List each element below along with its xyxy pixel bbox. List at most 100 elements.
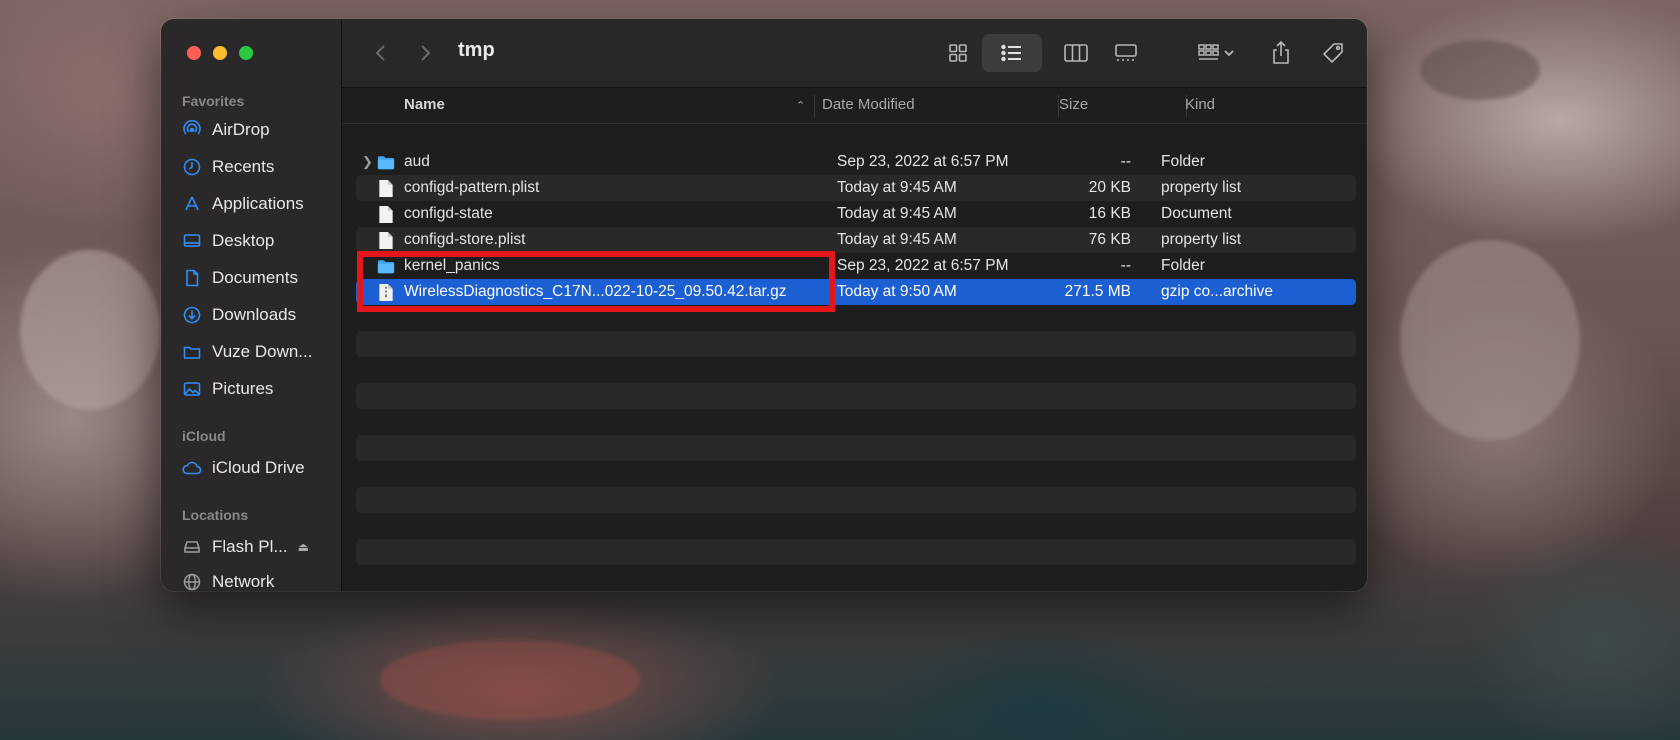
window-title: tmp bbox=[458, 39, 495, 61]
file-row-configd-store[interactable]: configd-store.plist Today at 9:45 AM 76 … bbox=[356, 227, 1356, 253]
sidebar-section-icloud: iCloud bbox=[182, 428, 226, 444]
sidebar-item-icloud-drive[interactable]: iCloud Drive bbox=[181, 454, 305, 482]
list-view-button[interactable] bbox=[996, 39, 1028, 67]
more-actions-button[interactable] bbox=[1365, 39, 1367, 67]
file-row-configd-state[interactable]: configd-state Today at 9:45 AM 16 KB Doc… bbox=[356, 201, 1356, 227]
photo-icon bbox=[181, 378, 203, 400]
disclosure-triangle-icon[interactable]: ❯ bbox=[362, 154, 373, 170]
file-name: configd-pattern.plist bbox=[404, 179, 540, 196]
file-kind: property list bbox=[1161, 179, 1242, 196]
gallery-view-button[interactable] bbox=[1110, 39, 1142, 67]
sidebar-item-airdrop[interactable]: AirDrop bbox=[181, 116, 270, 144]
icon-view-button[interactable] bbox=[942, 39, 974, 67]
desktop-icon bbox=[181, 230, 203, 252]
file-row-aud[interactable]: ❯ aud Sep 23, 2022 at 6:57 PM -- Folder bbox=[356, 149, 1356, 175]
sidebar-item-applications[interactable]: Applications bbox=[181, 190, 304, 218]
file-kind: Folder bbox=[1161, 257, 1205, 274]
sort-ascending-icon: ⌃ bbox=[796, 100, 806, 112]
sidebar-item-vuze-downloads[interactable]: Vuze Down... bbox=[181, 338, 312, 366]
gallery-icon bbox=[1115, 44, 1137, 61]
columns-icon bbox=[1064, 44, 1088, 62]
sidebar-item-label: iCloud Drive bbox=[212, 458, 305, 477]
zoom-window-button[interactable] bbox=[239, 46, 253, 60]
column-header-kind[interactable]: Kind bbox=[1185, 96, 1215, 113]
column-header-name[interactable]: Name bbox=[404, 96, 445, 113]
empty-row bbox=[356, 487, 1356, 513]
chevron-down-icon bbox=[1224, 50, 1234, 57]
applications-icon bbox=[181, 193, 203, 215]
empty-row bbox=[356, 331, 1356, 357]
sidebar-section-favorites: Favorites bbox=[182, 93, 245, 109]
column-header-size[interactable]: Size bbox=[1059, 96, 1088, 113]
file-size: 16 KB bbox=[1088, 205, 1131, 222]
cloud-icon bbox=[181, 457, 203, 479]
file-name: aud bbox=[404, 153, 430, 170]
share-icon bbox=[1273, 40, 1289, 64]
file-date: Today at 9:45 AM bbox=[837, 205, 957, 222]
column-divider[interactable] bbox=[814, 95, 815, 117]
sidebar-section-locations: Locations bbox=[182, 507, 249, 523]
tag-icon bbox=[1322, 43, 1343, 64]
close-window-button[interactable] bbox=[187, 46, 201, 60]
sidebar-item-label: Desktop bbox=[212, 231, 275, 250]
document-icon bbox=[181, 267, 203, 289]
drive-icon bbox=[181, 536, 203, 558]
sidebar-item-pictures[interactable]: Pictures bbox=[181, 375, 273, 403]
sidebar-item-recents[interactable]: Recents bbox=[181, 153, 274, 181]
empty-row bbox=[356, 383, 1356, 409]
document-icon bbox=[379, 231, 393, 250]
back-button[interactable] bbox=[369, 39, 393, 67]
sidebar-item-label: Documents bbox=[212, 268, 298, 287]
chevron-left-icon bbox=[375, 45, 385, 61]
sidebar-item-network[interactable]: Network bbox=[181, 568, 274, 591]
file-date: Sep 23, 2022 at 6:57 PM bbox=[837, 153, 1009, 170]
sidebar-item-flash-player[interactable]: Flash Pl... ⏏ bbox=[181, 533, 309, 561]
document-icon bbox=[379, 179, 393, 198]
share-button[interactable] bbox=[1265, 39, 1297, 67]
background-rock bbox=[1400, 240, 1580, 440]
folder-icon bbox=[181, 341, 203, 363]
annotation-highlight-box bbox=[357, 251, 835, 312]
column-header-date-modified[interactable]: Date Modified bbox=[822, 96, 915, 113]
folder-icon bbox=[377, 156, 395, 170]
document-icon bbox=[379, 205, 393, 224]
sidebar-item-label: Flash Pl... bbox=[212, 537, 288, 556]
airdrop-icon bbox=[181, 119, 203, 141]
sidebar: Favorites AirDrop Recents Applications D… bbox=[161, 19, 342, 591]
empty-row bbox=[356, 435, 1356, 461]
group-icon bbox=[1198, 44, 1219, 60]
file-size: 20 KB bbox=[1088, 179, 1131, 196]
empty-row bbox=[356, 539, 1356, 565]
download-icon bbox=[181, 304, 203, 326]
file-date: Today at 9:45 AM bbox=[837, 179, 957, 196]
sidebar-item-label: Vuze Down... bbox=[212, 342, 313, 361]
toolbar: tmp bbox=[342, 19, 1367, 88]
tags-button[interactable] bbox=[1317, 39, 1349, 67]
file-date: Today at 9:45 AM bbox=[837, 231, 957, 248]
sidebar-item-label: Downloads bbox=[212, 305, 297, 324]
file-kind: Folder bbox=[1161, 153, 1205, 170]
sidebar-item-documents[interactable]: Documents bbox=[181, 264, 298, 292]
group-by-button[interactable] bbox=[1192, 39, 1240, 67]
eject-icon[interactable]: ⏏ bbox=[298, 540, 309, 554]
minimize-window-button[interactable] bbox=[213, 46, 227, 60]
file-name: configd-state bbox=[404, 205, 493, 222]
file-size: 76 KB bbox=[1088, 231, 1131, 248]
file-name: configd-store.plist bbox=[404, 231, 526, 248]
file-size: -- bbox=[1120, 153, 1131, 170]
sidebar-item-desktop[interactable]: Desktop bbox=[181, 227, 274, 255]
sidebar-item-label: Network bbox=[212, 572, 275, 591]
file-row-configd-pattern[interactable]: configd-pattern.plist Today at 9:45 AM 2… bbox=[356, 175, 1356, 201]
column-view-button[interactable] bbox=[1060, 39, 1092, 67]
background-rock bbox=[380, 640, 640, 720]
globe-icon bbox=[181, 571, 203, 591]
sidebar-item-label: Pictures bbox=[212, 379, 274, 398]
grid-icon bbox=[949, 44, 967, 62]
chevron-right-icon bbox=[421, 45, 431, 61]
sidebar-item-downloads[interactable]: Downloads bbox=[181, 301, 296, 329]
clock-icon bbox=[181, 156, 203, 178]
forward-button[interactable] bbox=[413, 39, 437, 67]
file-date: Today at 9:50 AM bbox=[837, 283, 957, 300]
file-date: Sep 23, 2022 at 6:57 PM bbox=[837, 257, 1009, 274]
file-size: 271.5 MB bbox=[1064, 283, 1131, 300]
